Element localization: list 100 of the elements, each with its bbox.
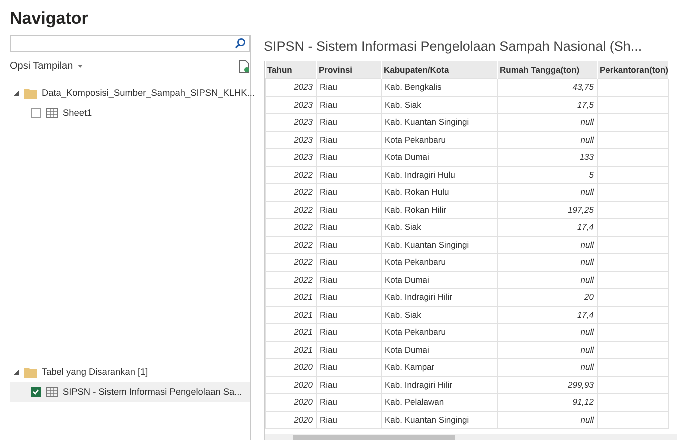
window-title: Navigator (9, 8, 90, 26)
folder-icon (24, 366, 37, 378)
table-cell: Riau (316, 271, 382, 288)
table-cell: Riau (316, 341, 382, 358)
table-cell: Kab. Kampar (382, 358, 498, 376)
preview-title: SIPSN - Sistem Informasi Pengelolaan Sampah Nasional (Sh... (264, 39, 644, 56)
table-cell: 2021 (266, 306, 316, 324)
table-cell: Riau (316, 358, 382, 376)
tree-folder[interactable]: Data_Komposisi_Sumber_Sampah_SIPSN_KLHK... (10, 83, 257, 103)
checkbox[interactable] (31, 387, 41, 397)
collapse-triangle-icon[interactable] (14, 90, 19, 96)
table-cell: 2021 (266, 341, 316, 358)
folder-label: Tabel yang Disarankan [1] (42, 367, 148, 377)
table-cell: Kota Dumai (382, 341, 498, 358)
table-cell: Riau (316, 114, 382, 131)
dropdown-caret-icon[interactable] (78, 65, 84, 68)
table-cell: Riau (316, 254, 382, 271)
table-cell: Kab. Kuantan Singingi (382, 411, 498, 428)
table-cell: 2022 (266, 184, 316, 201)
table-cell: Riau (316, 131, 382, 148)
tree-item[interactable]: SIPSN - Sistem Informasi Pengelolaan Sa... (10, 382, 250, 402)
table-cell: Kab. Rokan Hilir (382, 201, 498, 218)
table-label: SIPSN - Sistem Informasi Pengelolaan Sa... (63, 387, 242, 397)
table-cell: Riau (316, 166, 382, 184)
folder-icon (24, 88, 37, 98)
table-cell: null (498, 358, 598, 376)
table-cell: null (498, 184, 598, 201)
view-options-dropdown[interactable]: Opsi Tampilan (10, 61, 84, 72)
table-cell: 2022 (266, 166, 316, 184)
table-cell: Riau (316, 324, 382, 341)
table-cell: 20 (498, 288, 598, 306)
table-cell: 197,25 (498, 201, 598, 218)
table-cell: Riau (316, 96, 382, 114)
table-cell: 17,4 (498, 306, 598, 324)
table-cell: 2023 (266, 131, 316, 148)
column-header[interactable]: Tahun (266, 61, 316, 78)
table-cell: 43,75 (498, 78, 598, 96)
table-cell: Kab. Siak (382, 96, 498, 114)
table-cell: 133 (498, 148, 598, 166)
table-cell: Riau (316, 148, 382, 166)
table-cell: 2020 (266, 358, 316, 376)
table-cell: null (498, 324, 598, 341)
table-cell: 2023 (266, 96, 316, 114)
table-cell: Riau (316, 236, 382, 254)
checkbox[interactable] (31, 108, 41, 118)
table-cell: 2021 (266, 288, 316, 306)
tree-item[interactable]: Sheet1 (10, 103, 250, 123)
table-cell: null (498, 236, 598, 254)
table-cell: Riau (316, 394, 382, 411)
table-cell: Riau (316, 288, 382, 306)
table-cell: Kab. Indragiri Hilir (382, 288, 498, 306)
table-icon (46, 387, 58, 397)
table-cell: 2022 (266, 218, 316, 236)
table-cell: 2022 (266, 236, 316, 254)
column-header[interactable]: Kabupaten/Kota (382, 61, 498, 78)
folder-label: Data_Komposisi_Sumber_Sampah_SIPSN_KLHK... (42, 88, 255, 98)
table-cell: Kota Pekanbaru (382, 254, 498, 271)
table-cell: 17,4 (498, 218, 598, 236)
table-cell: 2020 (266, 394, 316, 411)
table-cell: Kab. Pelalawan (382, 394, 498, 411)
table-cell: Kab. Rokan Hulu (382, 184, 498, 201)
column-header[interactable]: Rumah Tangga(ton) (498, 61, 598, 78)
table-cell: null (498, 271, 598, 288)
table-cell: Kota Pekanbaru (382, 324, 498, 341)
tree-folder[interactable]: Tabel yang Disarankan [1] (10, 362, 250, 382)
table-cell: Kab. Indragiri Hilir (382, 376, 498, 394)
table-cell: 2022 (266, 201, 316, 218)
table-cell: 2023 (266, 114, 316, 131)
table-cell: 2020 (266, 376, 316, 394)
table-cell: Kab. Siak (382, 218, 498, 236)
column-header[interactable]: Provinsi (316, 61, 382, 78)
refresh-document-icon[interactable] (239, 60, 250, 73)
table-cell: 2023 (266, 148, 316, 166)
table-cell: 2022 (266, 254, 316, 271)
table-cell: 91,12 (498, 394, 598, 411)
table-cell: null (498, 131, 598, 148)
table-cell: Kota Dumai (382, 271, 498, 288)
table-cell: null (498, 114, 598, 131)
table-cell: Riau (316, 306, 382, 324)
horizontal-scrollbar[interactable] (265, 434, 677, 440)
table-cell: 17,5 (498, 96, 598, 114)
table-cell: 299,93 (498, 376, 598, 394)
table-icon (46, 108, 58, 118)
table-cell: null (498, 254, 598, 271)
collapse-triangle-icon[interactable] (14, 370, 19, 374)
table-cell: Kab. Indragiri Hulu (382, 166, 498, 184)
table-cell: Kab. Kuantan Singingi (382, 114, 498, 131)
search-field[interactable] (10, 35, 250, 52)
table-cell: 2020 (266, 411, 316, 428)
table-cell: Riau (316, 218, 382, 236)
table-cell: Kab. Siak (382, 306, 498, 324)
table-cell: null (498, 341, 598, 358)
table-cell: Riau (316, 411, 382, 428)
table-cell: 2021 (266, 324, 316, 341)
table-cell: Kab. Kuantan Singingi (382, 236, 498, 254)
table-cell: Riau (316, 376, 382, 394)
table-cell: 2023 (266, 78, 316, 96)
search-icon[interactable] (235, 38, 246, 49)
table-cell: Riau (316, 201, 382, 218)
table-cell: 5 (498, 166, 598, 184)
